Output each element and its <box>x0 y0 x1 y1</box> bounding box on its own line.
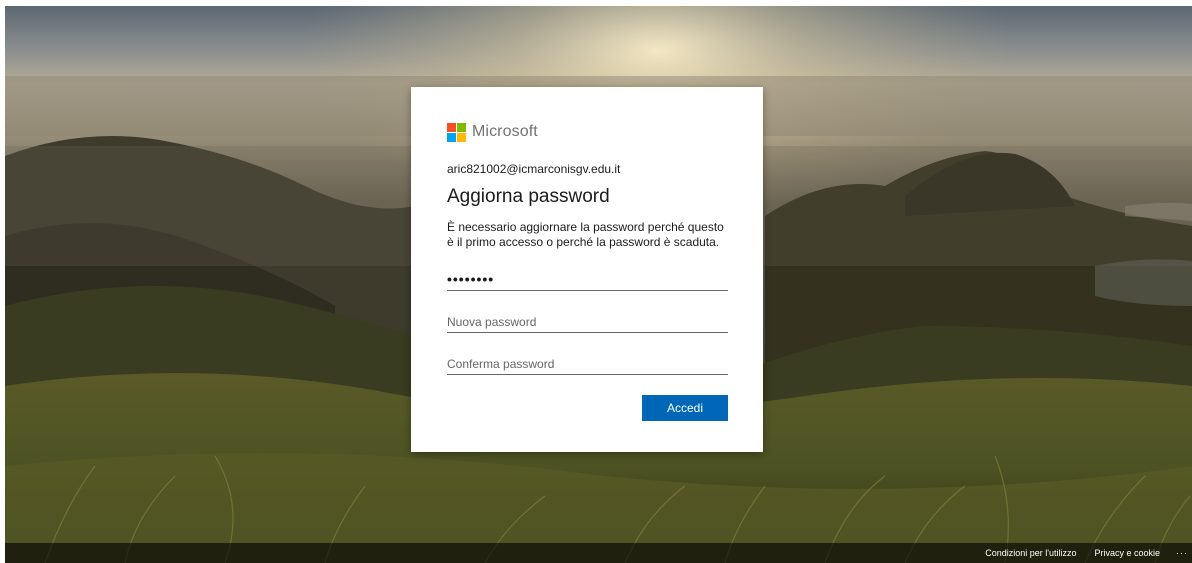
actions-row: Accedi <box>447 395 728 421</box>
new-password-field[interactable]: Nuova password <box>447 309 728 333</box>
logo-square-red <box>447 122 456 132</box>
logo-square-green <box>457 122 466 132</box>
footer-bar: Condizioni per l'utilizzo Privacy e cook… <box>5 543 1192 563</box>
confirm-password-field[interactable]: Conferma password <box>447 351 728 375</box>
microsoft-logo-row: Microsoft <box>447 122 727 142</box>
logo-square-blue <box>447 132 456 142</box>
submit-button[interactable]: Accedi <box>642 395 728 421</box>
terms-link[interactable]: Condizioni per l'utilizzo <box>985 548 1076 558</box>
privacy-link[interactable]: Privacy e cookie <box>1094 548 1160 558</box>
brand-name: Microsoft <box>472 123 538 140</box>
microsoft-logo-icon <box>447 122 466 142</box>
login-card: Microsoft aric821002@icmarconisgv.edu.it… <box>411 87 763 452</box>
account-email: aric821002@icmarconisgv.edu.it <box>447 162 621 176</box>
logo-square-yellow <box>457 132 466 142</box>
page-title: Aggiorna password <box>447 186 610 207</box>
login-page: Microsoft aric821002@icmarconisgv.edu.it… <box>5 6 1192 563</box>
description-text: È necessario aggiornare la password perc… <box>447 220 724 249</box>
more-options-icon[interactable]: ··· <box>1176 548 1188 558</box>
current-password-field[interactable]: •••••••• <box>447 267 728 291</box>
